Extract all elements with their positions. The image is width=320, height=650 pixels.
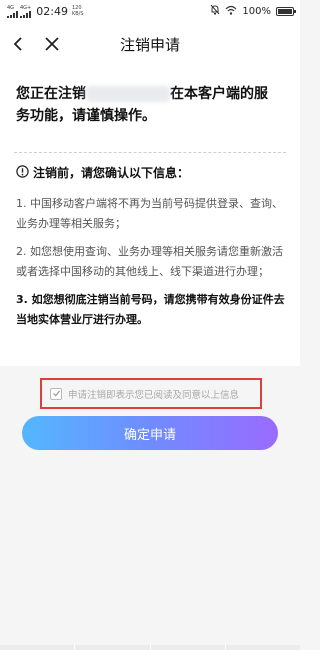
signal-bars-icon: [7, 10, 18, 18]
submit-button[interactable]: 确定申请: [22, 416, 278, 450]
info-title: 注销前，请您确认以下信息：: [33, 166, 190, 180]
wifi-icon: [225, 5, 237, 18]
warning-prefix: 您正在注销: [16, 86, 86, 102]
signal-indicator-1: 4G: [7, 5, 18, 18]
battery-percent: 100%: [242, 5, 271, 17]
bottom-strip: [0, 645, 300, 650]
warning-message: 您正在注销 在本客户端的服 务功能，请谨慎操作。: [16, 83, 286, 127]
mute-bell-icon: [210, 4, 220, 18]
info-item-important: 3. 如您想彻底注销当前号码，请您携带有效身份证件去当地实体营业厅进行办理。: [16, 293, 285, 326]
exclamation-circle-icon: [16, 164, 29, 181]
divider: [14, 152, 286, 153]
battery-level: [278, 8, 292, 14]
network-speed-unit: KB/S: [71, 11, 84, 17]
agreement-checkbox[interactable]: [50, 387, 62, 400]
info-item: 2. 如您想使用查询、业务办理等相关服务请您重新激活或者选择中国移动的其他线上、…: [16, 245, 283, 278]
bottom-segment: [150, 645, 226, 650]
status-bar: 4G 4G+ 02:49 120 KB/S 100%: [0, 0, 300, 22]
page-title: 注销申请: [119, 36, 180, 54]
bottom-segment: [0, 645, 76, 650]
signal-bars-icon: [20, 10, 31, 18]
info-item: 1. 中国移动客户端将不再为当前号码提供登录、查询、业务办理等相关服务；: [16, 197, 283, 230]
nav-bar: 注销申请: [0, 22, 300, 66]
battery-icon: [276, 6, 296, 16]
clock: 02:49: [36, 4, 68, 18]
signal-indicator-2: 4G+: [20, 5, 31, 18]
status-right: 100%: [210, 4, 296, 18]
network-speed: 120 KB/S: [72, 5, 84, 17]
content-card: 您正在注销 在本客户端的服 务功能，请谨慎操作。 注销前，请您确认以下信息： 1.…: [0, 66, 300, 366]
agreement-text: 申请注销即表示您已阅读及同意以上信息: [68, 389, 240, 401]
redacted-number: [86, 86, 170, 102]
status-left: 4G 4G+ 02:49 120 KB/S: [7, 5, 84, 18]
agreement-row[interactable]: 申请注销即表示您已阅读及同意以上信息: [40, 378, 262, 409]
bottom-segment: [75, 645, 151, 650]
bottom-segment: [225, 645, 300, 650]
info-list: 1. 中国移动客户端将不再为当前号码提供登录、查询、业务办理等相关服务； 2. …: [16, 194, 288, 338]
info-heading: 注销前，请您确认以下信息：: [16, 164, 189, 181]
